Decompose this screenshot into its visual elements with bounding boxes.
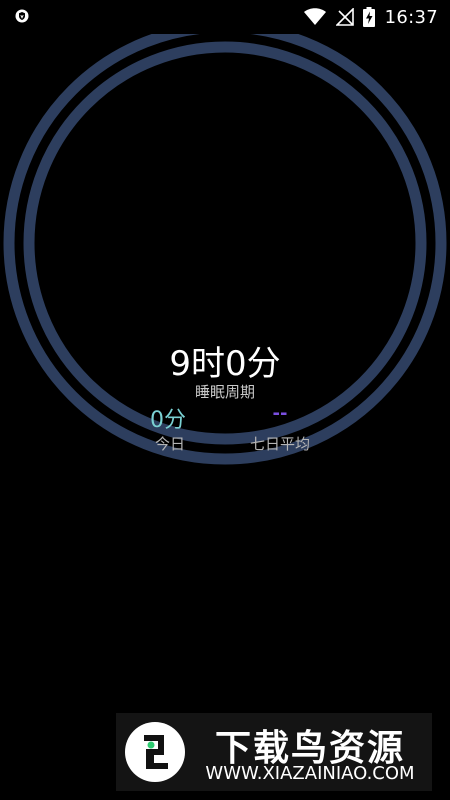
total-sleep-duration: 9时0分 bbox=[169, 344, 281, 384]
today-sleep-value: 0分 bbox=[150, 408, 186, 433]
seven-day-average-value: -- bbox=[272, 403, 288, 424]
watermark-url: WWW.XIAZAINIAO.COM bbox=[205, 763, 415, 784]
today-label: 今日 bbox=[154, 435, 185, 453]
bird-logo-icon bbox=[125, 722, 185, 782]
sleep-cycle-label: 睡眠周期 bbox=[194, 383, 255, 401]
seven-day-average-label: 七日平均 bbox=[249, 435, 310, 453]
watermark-banner: 下载鸟资源 WWW.XIAZAINIAO.COM bbox=[116, 713, 432, 791]
